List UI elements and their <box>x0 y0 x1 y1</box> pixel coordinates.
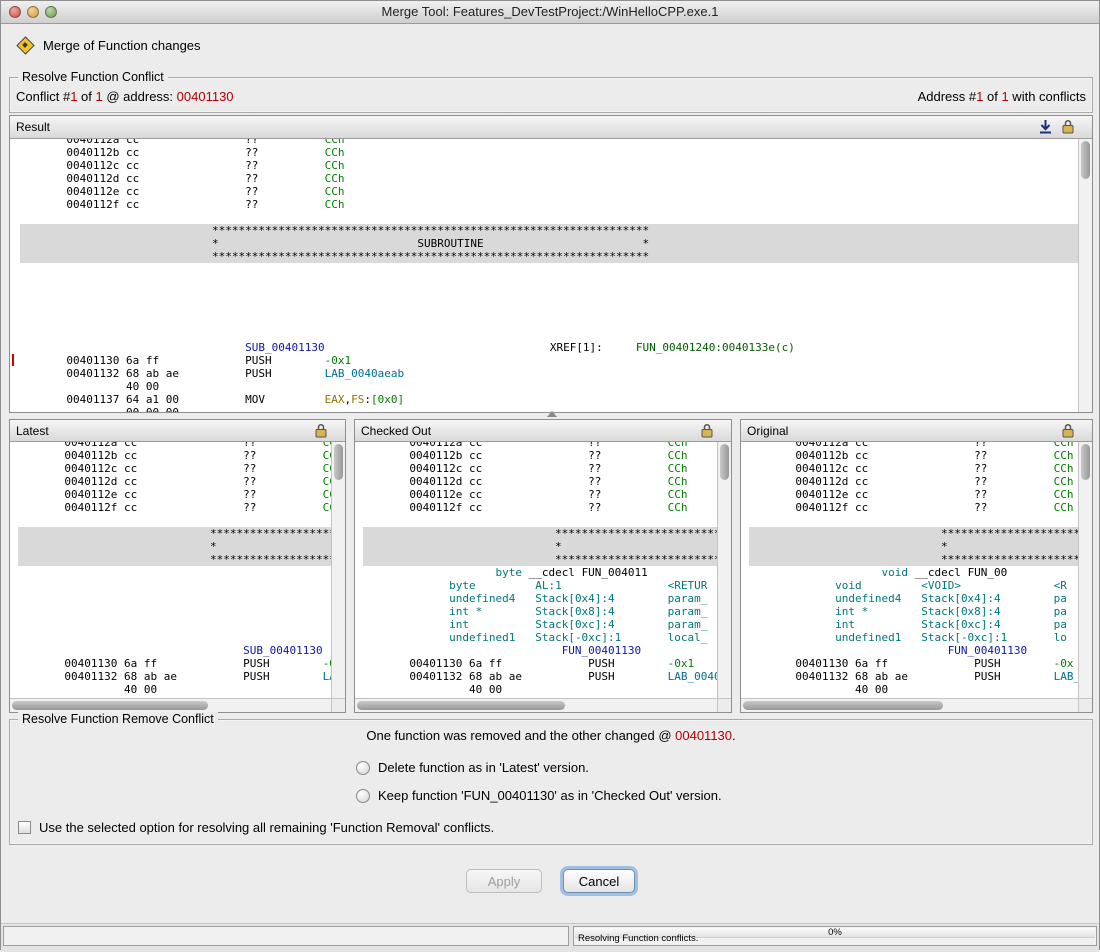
checked-out-listing[interactable]: 0040112a cc ?? CCh 0040112b cc ?? CCh 00… <box>355 442 717 698</box>
result-panel: Result 0040112a cc ?? CCh 0040112b cc ??… <box>9 115 1093 413</box>
conflict-counter: Conflict #1 of 1 @ address: 00401130 <box>16 89 234 104</box>
checked-out-listing-body: 0040112a cc ?? CCh 0040112b cc ?? CCh 00… <box>355 442 731 712</box>
button-row: Apply Cancel <box>1 869 1099 895</box>
latest-panel: Latest 0040112a cc ?? CC 0040112b cc ?? … <box>9 419 346 713</box>
address-counter: Address #1 of 1 with conflicts <box>918 89 1086 104</box>
checkbox-apply-to-all[interactable]: Use the selected option for resolving al… <box>18 820 494 835</box>
latest-listing-body: 0040112a cc ?? CC 0040112b cc ?? CC 0040… <box>10 442 345 712</box>
original-vscrollbar[interactable] <box>1078 442 1092 698</box>
expand-up-icon[interactable] <box>547 411 557 417</box>
apply-button[interactable]: Apply <box>466 869 542 893</box>
latest-vscrollbar-thumb[interactable] <box>334 444 343 480</box>
radio-icon[interactable] <box>356 761 370 775</box>
lock-icon[interactable] <box>1062 423 1074 438</box>
original-listing-body: 0040112a cc ?? CCh 0040112b cc ?? CCh 00… <box>741 442 1092 712</box>
original-vscrollbar-thumb[interactable] <box>1081 444 1090 480</box>
latest-panel-header: Latest <box>10 420 345 442</box>
checked-out-hscrollbar[interactable] <box>355 698 717 712</box>
checked-out-hscrollbar-thumb[interactable] <box>357 701 565 710</box>
lock-icon[interactable] <box>701 423 713 438</box>
result-vscrollbar[interactable] <box>1078 139 1092 412</box>
latest-vscrollbar[interactable] <box>331 442 345 698</box>
latest-hscrollbar[interactable] <box>10 698 331 712</box>
radio-icon[interactable] <box>356 789 370 803</box>
status-bar: 0% Resolving Function conflicts. <box>1 923 1099 952</box>
original-panel: Original 0040112a cc ?? CCh 0040112b cc … <box>740 419 1093 713</box>
cancel-button[interactable]: Cancel <box>563 869 635 893</box>
original-panel-title: Original <box>747 424 788 438</box>
result-vscrollbar-thumb[interactable] <box>1081 141 1090 179</box>
original-hscrollbar-thumb[interactable] <box>743 701 943 710</box>
resolve-function-remove-conflict-group: Resolve Function Remove Conflict One fun… <box>9 719 1093 845</box>
merge-phase-row: Merge of Function changes <box>17 35 201 55</box>
original-panel-header: Original <box>741 420 1092 442</box>
checkbox-apply-to-all-label: Use the selected option for resolving al… <box>39 820 494 835</box>
resolve-function-conflict-group: Resolve Function Conflict Conflict #1 of… <box>9 77 1093 113</box>
checked-out-vscrollbar[interactable] <box>717 442 731 698</box>
progress-message: Resolving Function conflicts. <box>578 933 698 944</box>
result-listing-body: 0040112a cc ?? CCh 0040112b cc ?? CCh 00… <box>10 139 1092 412</box>
title-bar[interactable]: Merge Tool: Features_DevTestProject:/Win… <box>1 1 1099 24</box>
conflict-group-title: Resolve Function Conflict <box>18 70 168 84</box>
phase-label: Merge of Function changes <box>43 38 201 53</box>
radio-keep-checked-out[interactable]: Keep function 'FUN_00401130' as in 'Chec… <box>356 788 722 803</box>
conflict-status-line: Conflict #1 of 1 @ address: 00401130 Add… <box>16 89 1086 104</box>
remove-conflict-message: One function was removed and the other c… <box>10 728 1092 743</box>
result-panel-title: Result <box>16 120 50 134</box>
checkbox-icon[interactable] <box>18 821 31 834</box>
scrollbar-corner <box>1078 698 1092 712</box>
original-hscrollbar[interactable] <box>741 698 1078 712</box>
resolve-group-title: Resolve Function Remove Conflict <box>18 712 218 726</box>
result-listing[interactable]: 0040112a cc ?? CCh 0040112b cc ?? CCh 00… <box>10 139 1078 412</box>
status-text-field <box>3 926 569 946</box>
scrollbar-corner <box>331 698 345 712</box>
checked-out-panel: Checked Out 0040112a cc ?? CCh 0040112b … <box>354 419 732 713</box>
checked-out-panel-header: Checked Out <box>355 420 731 442</box>
original-listing[interactable]: 0040112a cc ?? CCh 0040112b cc ?? CCh 00… <box>741 442 1078 698</box>
merge-tool-window: Merge Tool: Features_DevTestProject:/Win… <box>0 0 1100 950</box>
checked-out-panel-title: Checked Out <box>361 424 431 438</box>
checked-out-vscrollbar-thumb[interactable] <box>720 444 729 480</box>
radio-keep-checked-out-label: Keep function 'FUN_00401130' as in 'Chec… <box>378 788 722 803</box>
download-icon[interactable] <box>1039 119 1052 134</box>
latest-hscrollbar-thumb[interactable] <box>12 701 208 710</box>
lock-icon[interactable] <box>1062 119 1074 134</box>
radio-delete-latest[interactable]: Delete function as in 'Latest' version. <box>356 760 589 775</box>
scrollbar-corner <box>717 698 731 712</box>
merge-icon <box>17 37 33 53</box>
latest-panel-title: Latest <box>16 424 49 438</box>
radio-delete-latest-label: Delete function as in 'Latest' version. <box>378 760 589 775</box>
result-panel-header: Result <box>10 116 1092 139</box>
window-title: Merge Tool: Features_DevTestProject:/Win… <box>1 4 1099 19</box>
lock-icon[interactable] <box>315 423 327 438</box>
latest-listing[interactable]: 0040112a cc ?? CC 0040112b cc ?? CC 0040… <box>10 442 331 698</box>
progress-panel: 0% Resolving Function conflicts. <box>573 926 1097 946</box>
